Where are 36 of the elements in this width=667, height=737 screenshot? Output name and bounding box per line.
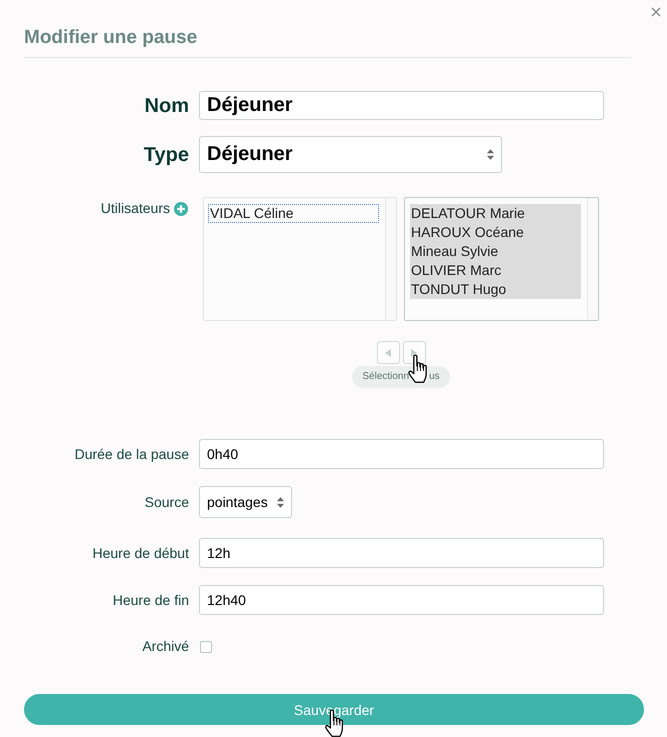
tooltip-text: us [429,371,440,383]
text-field[interactable]: 0h40 [199,439,604,469]
add-icon[interactable] [174,202,188,216]
text-field[interactable]: 12h40 [199,585,604,615]
field-label: Source [144,494,189,510]
up-down-caret-icon [277,496,284,508]
right-triangle-icon [411,348,417,356]
left-triangle-icon [385,348,391,356]
checkbox[interactable] [200,640,212,652]
user-option[interactable]: VIDAL Céline [208,204,379,223]
available-users-list[interactable]: VIDAL Céline [203,197,397,321]
user-option[interactable]: HAROUX Océane [410,223,581,242]
selected-users-list[interactable]: DELATOUR Marie HAROUX Océane Mineau Sylvie OLIVIER Marc TONDUT Hugo [404,197,599,321]
field-label: Durée de la pause [74,446,189,462]
dialog-title: Modifier une pause [24,26,198,50]
field-label: Nom [144,94,189,118]
scrollbar-track[interactable] [587,198,598,320]
up-down-caret-icon [487,149,494,160]
tooltip-text: Sélectionn [362,371,410,383]
dropdown-select[interactable]: pointages [199,486,292,518]
user-option[interactable]: DELATOUR Marie [410,204,581,223]
hand-pointer-icon [408,354,427,383]
text-field[interactable]: 12h [199,538,604,568]
user-option[interactable]: OLIVIER Marc [410,261,581,280]
close-icon [651,7,661,17]
dropdown-select[interactable]: Déjeuner [199,136,502,173]
field-label: Heure de début [92,544,189,562]
user-option[interactable]: Mineau Sylvie [410,242,581,261]
scrollbar-track[interactable] [385,198,396,320]
field-label: Heure de fin [112,592,189,608]
text-field[interactable]: Déjeuner [199,91,604,120]
close-button[interactable] [649,5,663,19]
user-option[interactable]: TONDUT Hugo [410,280,581,299]
field-label: Archivé [142,638,189,655]
field-label: Utilisateurs [100,200,170,217]
field-label: Type [144,142,189,166]
